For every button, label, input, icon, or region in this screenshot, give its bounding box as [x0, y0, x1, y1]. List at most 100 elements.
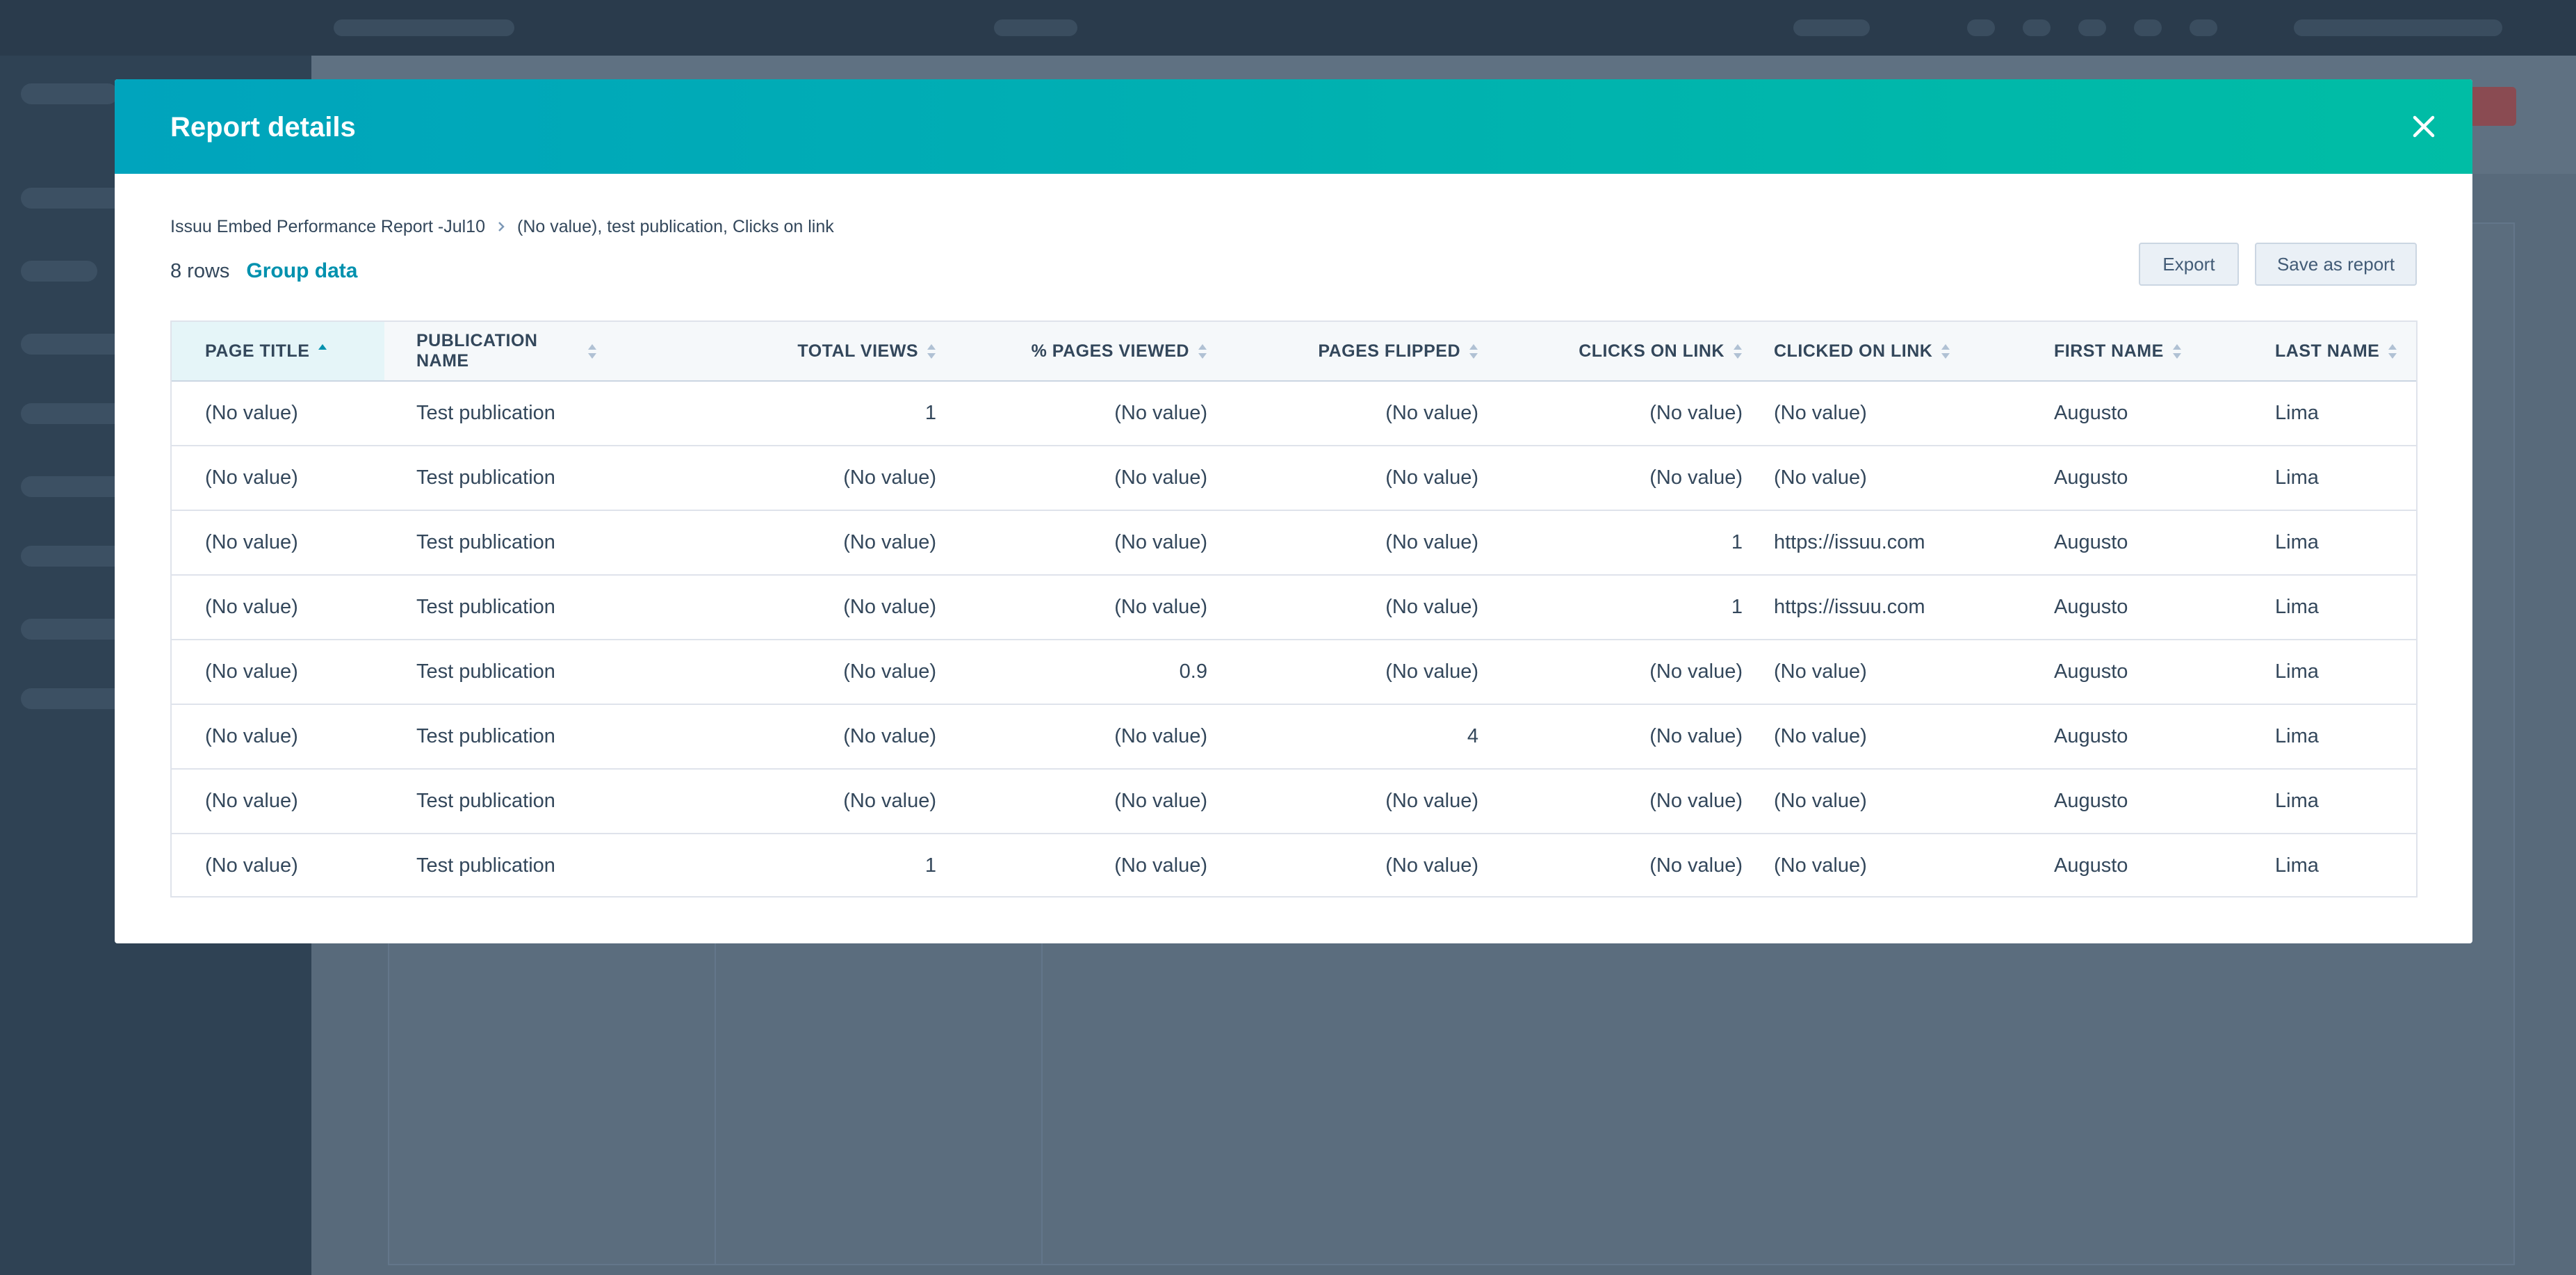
- table-cell-pct-pages-viewed: (No value): [1114, 725, 1207, 747]
- table-row: (No value) Test publication (No value) (No …: [172, 446, 2416, 511]
- breadcrumb: Issuu Embed Performance Report -Jul10 (N…: [170, 216, 834, 238]
- sort-icon: [1733, 343, 1743, 359]
- table-cell-first-name: Augusto: [2054, 790, 2128, 812]
- column-header-label: TOTAL VIEWS: [797, 341, 918, 361]
- column-header-label: PAGE TITLE: [205, 341, 310, 361]
- table-cell-clicked-on-link: (No value): [1774, 402, 1867, 424]
- column-header-first-name[interactable]: FIRST NAME: [2054, 322, 2235, 380]
- sort-icon: [2388, 343, 2397, 359]
- table-cell-publication-name: Test publication: [416, 596, 555, 618]
- table-header: PAGE TITLE PUBLICATION NAME TOTAL VIEWS % P…: [172, 322, 2416, 382]
- table-cell-clicks-on-link: 1: [1731, 596, 1743, 618]
- chevron-right-icon: [491, 216, 512, 238]
- table-cell-pct-pages-viewed: (No value): [1114, 790, 1207, 812]
- column-header-label: LAST NAME: [2275, 341, 2380, 361]
- column-header-total-views[interactable]: TOTAL VIEWS: [617, 322, 936, 380]
- table-cell-first-name: Augusto: [2054, 402, 2128, 424]
- table-cell-page-title: (No value): [205, 660, 298, 683]
- summary-line: 8 rows Group data: [170, 257, 357, 285]
- table-cell-clicked-on-link: (No value): [1774, 466, 1867, 489]
- column-header-publication-name[interactable]: PUBLICATION NAME: [416, 322, 597, 380]
- group-data-link[interactable]: Group data: [246, 259, 357, 283]
- sort-icon: [927, 343, 936, 359]
- table-cell-clicks-on-link: 1: [1731, 531, 1743, 553]
- column-header-label: CLICKS ON LINK: [1579, 341, 1725, 361]
- table-cell-first-name: Augusto: [2054, 466, 2128, 489]
- table-cell-pages-flipped: (No value): [1385, 854, 1478, 877]
- column-header-label: FIRST NAME: [2054, 341, 2164, 361]
- table-cell-first-name: Augusto: [2054, 854, 2128, 877]
- column-header-label: CLICKED ON LINK: [1774, 341, 1933, 361]
- column-header-page-title[interactable]: PAGE TITLE: [205, 322, 380, 380]
- table-cell-pages-flipped: (No value): [1385, 660, 1478, 683]
- table-cell-total-views: (No value): [843, 725, 936, 747]
- table-cell-first-name: Augusto: [2054, 596, 2128, 618]
- table-cell-page-title: (No value): [205, 725, 298, 747]
- close-button[interactable]: [2403, 106, 2445, 147]
- table-cell-clicks-on-link: (No value): [1649, 790, 1743, 812]
- table-row: (No value) Test publication (No value) (No …: [172, 770, 2416, 834]
- table-cell-clicks-on-link: (No value): [1649, 402, 1743, 424]
- background-top-navigation: [0, 0, 2576, 56]
- table-row: (No value) Test publication (No value) (No …: [172, 576, 2416, 640]
- table-cell-page-title: (No value): [205, 402, 298, 424]
- table-cell-total-views: 1: [924, 402, 936, 424]
- table-cell-pct-pages-viewed: (No value): [1114, 531, 1207, 553]
- table-cell-pages-flipped: 4: [1467, 725, 1478, 747]
- table-cell-total-views: (No value): [843, 466, 936, 489]
- table-cell-pct-pages-viewed: (No value): [1114, 402, 1207, 424]
- table-cell-total-views: (No value): [843, 790, 936, 812]
- table-cell-clicked-on-link: (No value): [1774, 725, 1867, 747]
- table-cell-page-title: (No value): [205, 531, 298, 553]
- table-cell-last-name: Lima: [2275, 790, 2319, 812]
- sort-icon: [1469, 343, 1478, 359]
- column-header-label: % PAGES VIEWED: [1031, 341, 1189, 361]
- export-button[interactable]: Export: [2139, 243, 2239, 286]
- table-cell-last-name: Lima: [2275, 402, 2319, 424]
- table-cell-first-name: Augusto: [2054, 531, 2128, 553]
- table-cell-last-name: Lima: [2275, 531, 2319, 553]
- column-header-clicked-on-link[interactable]: CLICKED ON LINK: [1774, 322, 1996, 380]
- table-cell-pages-flipped: (No value): [1385, 466, 1478, 489]
- table-cell-pages-flipped: (No value): [1385, 790, 1478, 812]
- table-cell-total-views: 1: [924, 854, 936, 877]
- column-header-clicks-on-link[interactable]: CLICKS ON LINK: [1492, 322, 1743, 380]
- table-row: (No value) Test publication 1 (No value) (No…: [172, 834, 2416, 899]
- report-details-table: PAGE TITLE PUBLICATION NAME TOTAL VIEWS % P…: [170, 320, 2418, 898]
- table-cell-publication-name: Test publication: [416, 790, 555, 812]
- table-cell-clicked-on-link: https://issuu.com: [1774, 531, 1925, 553]
- table-row: (No value) Test publication (No value) 0.9 (…: [172, 640, 2416, 705]
- sort-icon: [2172, 343, 2182, 359]
- table-cell-clicked-on-link: https://issuu.com: [1774, 596, 1925, 618]
- table-cell-page-title: (No value): [205, 466, 298, 489]
- table-cell-last-name: Lima: [2275, 725, 2319, 747]
- breadcrumb-parent-link[interactable]: Issuu Embed Performance Report -Jul10: [170, 217, 485, 237]
- sort-icon: [587, 343, 597, 359]
- report-details-modal: Report details Issuu Embed Performance R…: [115, 79, 2472, 943]
- table-cell-clicked-on-link: (No value): [1774, 854, 1867, 877]
- table-cell-page-title: (No value): [205, 790, 298, 812]
- table-cell-clicked-on-link: (No value): [1774, 660, 1867, 683]
- table-cell-publication-name: Test publication: [416, 725, 555, 747]
- table-cell-clicked-on-link: (No value): [1774, 790, 1867, 812]
- modal-header: Report details: [115, 79, 2472, 174]
- table-cell-publication-name: Test publication: [416, 660, 555, 683]
- table-cell-total-views: (No value): [843, 531, 936, 553]
- table-cell-publication-name: Test publication: [416, 402, 555, 424]
- table-cell-total-views: (No value): [843, 596, 936, 618]
- save-as-report-button[interactable]: Save as report: [2255, 243, 2417, 286]
- column-header-last-name[interactable]: LAST NAME: [2275, 322, 2414, 380]
- column-header-pct-pages-viewed[interactable]: % PAGES VIEWED: [957, 322, 1207, 380]
- column-header-pages-flipped[interactable]: PAGES FLIPPED: [1228, 322, 1478, 380]
- table-cell-clicks-on-link: (No value): [1649, 725, 1743, 747]
- close-icon: [2413, 115, 2435, 138]
- table-cell-first-name: Augusto: [2054, 725, 2128, 747]
- breadcrumb-current: (No value), test publication, Clicks on …: [517, 216, 834, 236]
- table-cell-publication-name: Test publication: [416, 854, 555, 877]
- rows-count: 8 rows: [170, 259, 230, 282]
- table-cell-pages-flipped: (No value): [1385, 531, 1478, 553]
- modal-title: Report details: [170, 112, 356, 143]
- table-cell-last-name: Lima: [2275, 596, 2319, 618]
- table-cell-page-title: (No value): [205, 596, 298, 618]
- table-cell-pct-pages-viewed: 0.9: [1179, 660, 1207, 683]
